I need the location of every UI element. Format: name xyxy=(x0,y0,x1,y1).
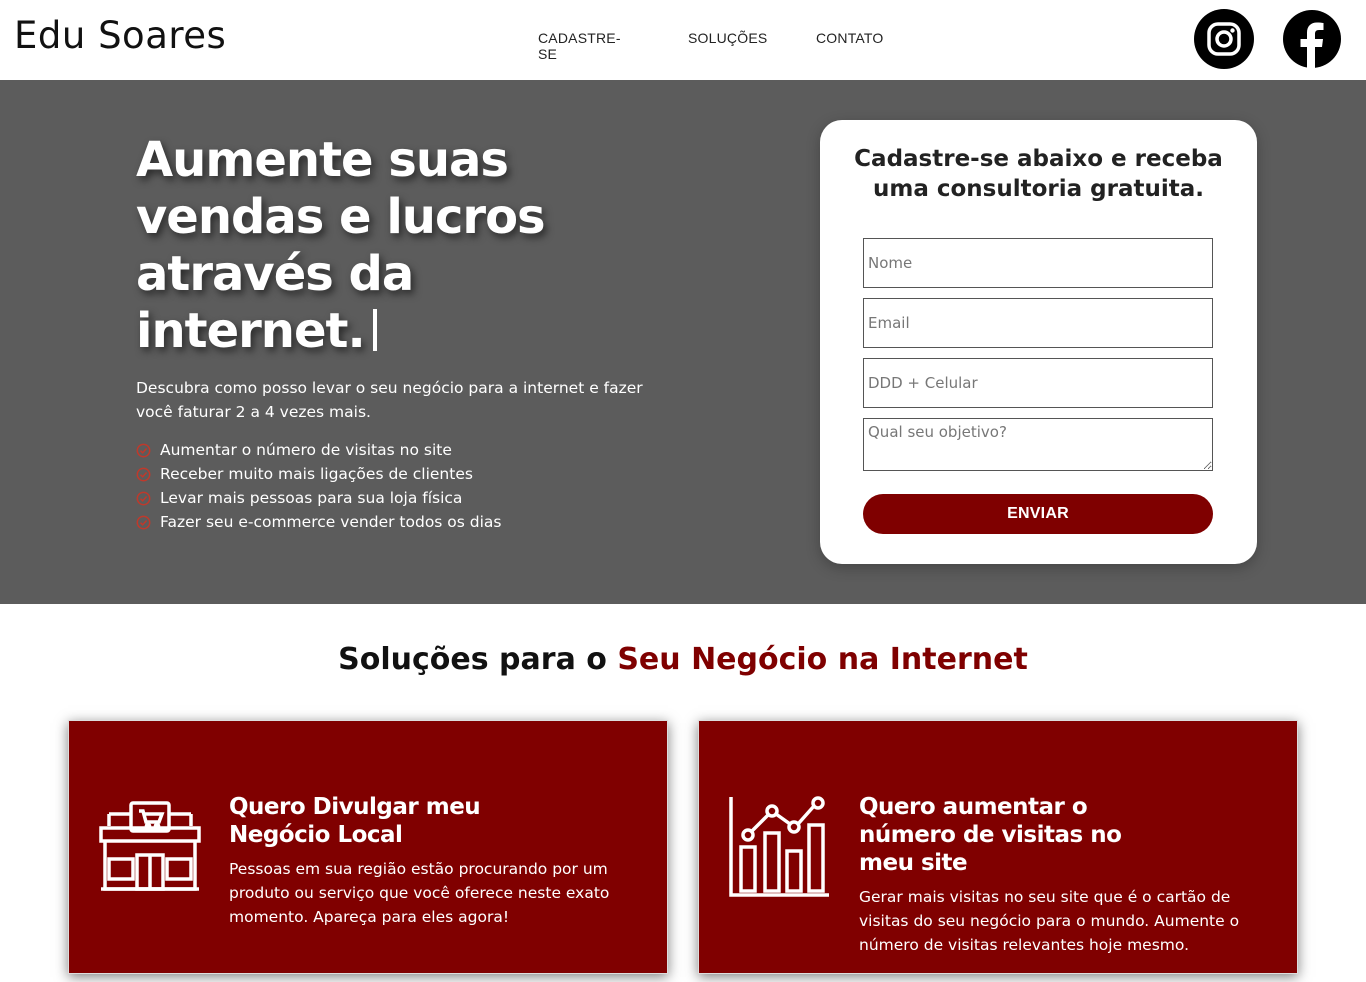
phone-field[interactable] xyxy=(863,358,1213,408)
instagram-link[interactable] xyxy=(1194,9,1254,69)
check-circle-icon xyxy=(136,515,151,529)
card-description: Pessoas em sua região estão procurando p… xyxy=(229,860,610,926)
benefit-label: Levar mais pessoas para sua loja física xyxy=(160,489,463,507)
name-field[interactable] xyxy=(863,238,1213,288)
nav-link-cadastre[interactable]: CADASTRE-SE xyxy=(538,30,621,62)
goal-field[interactable] xyxy=(863,418,1213,471)
solution-card-local[interactable]: Quero Divulgar meu Negócio Local Pessoas… xyxy=(68,720,668,974)
site-logo[interactable]: Edu Soares xyxy=(14,14,226,57)
solutions-title-accent: Seu Negócio na Internet xyxy=(617,642,1028,677)
form-title: Cadastre-se abaixo e receba uma consulto… xyxy=(854,146,1223,202)
site-header: Edu Soares CADASTRE-SE SOLUÇÕES CONTATO xyxy=(0,0,1366,80)
check-circle-icon xyxy=(136,491,151,505)
submit-button[interactable]: ENVIAR xyxy=(863,494,1213,534)
nav-link-solucoes[interactable]: SOLUÇÕES xyxy=(688,30,767,46)
hero-title-text: Aumente suas vendas e lucros através da … xyxy=(136,132,546,359)
card-title: Quero aumentar o número de visitas no me… xyxy=(859,794,1122,876)
solutions-title: Soluções para o Seu Negócio na Internet xyxy=(0,642,1366,677)
benefit-item: Aumentar o número de visitas no site xyxy=(136,438,502,462)
solutions-title-prefix: Soluções para o xyxy=(338,642,618,677)
nav-link-contato[interactable]: CONTATO xyxy=(816,30,884,46)
instagram-icon xyxy=(1207,22,1241,56)
benefit-label: Receber muito mais ligações de clientes xyxy=(160,465,473,483)
benefit-item: Levar mais pessoas para sua loja física xyxy=(136,486,502,510)
benefits-list: Aumentar o número de visitas no site Rec… xyxy=(136,438,502,534)
solution-card-visits[interactable]: Quero aumentar o número de visitas no me… xyxy=(698,720,1298,974)
hero-subtitle: Descubra como posso levar o seu negócio … xyxy=(136,379,643,421)
check-circle-icon xyxy=(136,443,151,457)
check-circle-icon xyxy=(136,467,151,481)
hero-section: Aumente suas vendas e lucros através da … xyxy=(0,80,1366,604)
typing-cursor xyxy=(372,309,377,351)
facebook-icon xyxy=(1283,10,1341,68)
card-description: Gerar mais visitas no seu site que é o c… xyxy=(859,888,1240,954)
benefit-item: Receber muito mais ligações de clientes xyxy=(136,462,502,486)
email-field[interactable] xyxy=(863,298,1213,348)
facebook-link[interactable] xyxy=(1282,9,1342,69)
benefit-label: Aumentar o número de visitas no site xyxy=(160,441,452,459)
card-title: Quero Divulgar meu Negócio Local xyxy=(229,794,481,848)
store-icon xyxy=(99,801,201,891)
hero-title: Aumente suas vendas e lucros através da … xyxy=(136,132,656,360)
growth-chart-icon xyxy=(729,796,829,897)
signup-form-card: Cadastre-se abaixo e receba uma consulto… xyxy=(820,120,1257,564)
benefit-label: Fazer seu e-commerce vender todos os dia… xyxy=(160,513,502,531)
benefit-item: Fazer seu e-commerce vender todos os dia… xyxy=(136,510,502,534)
